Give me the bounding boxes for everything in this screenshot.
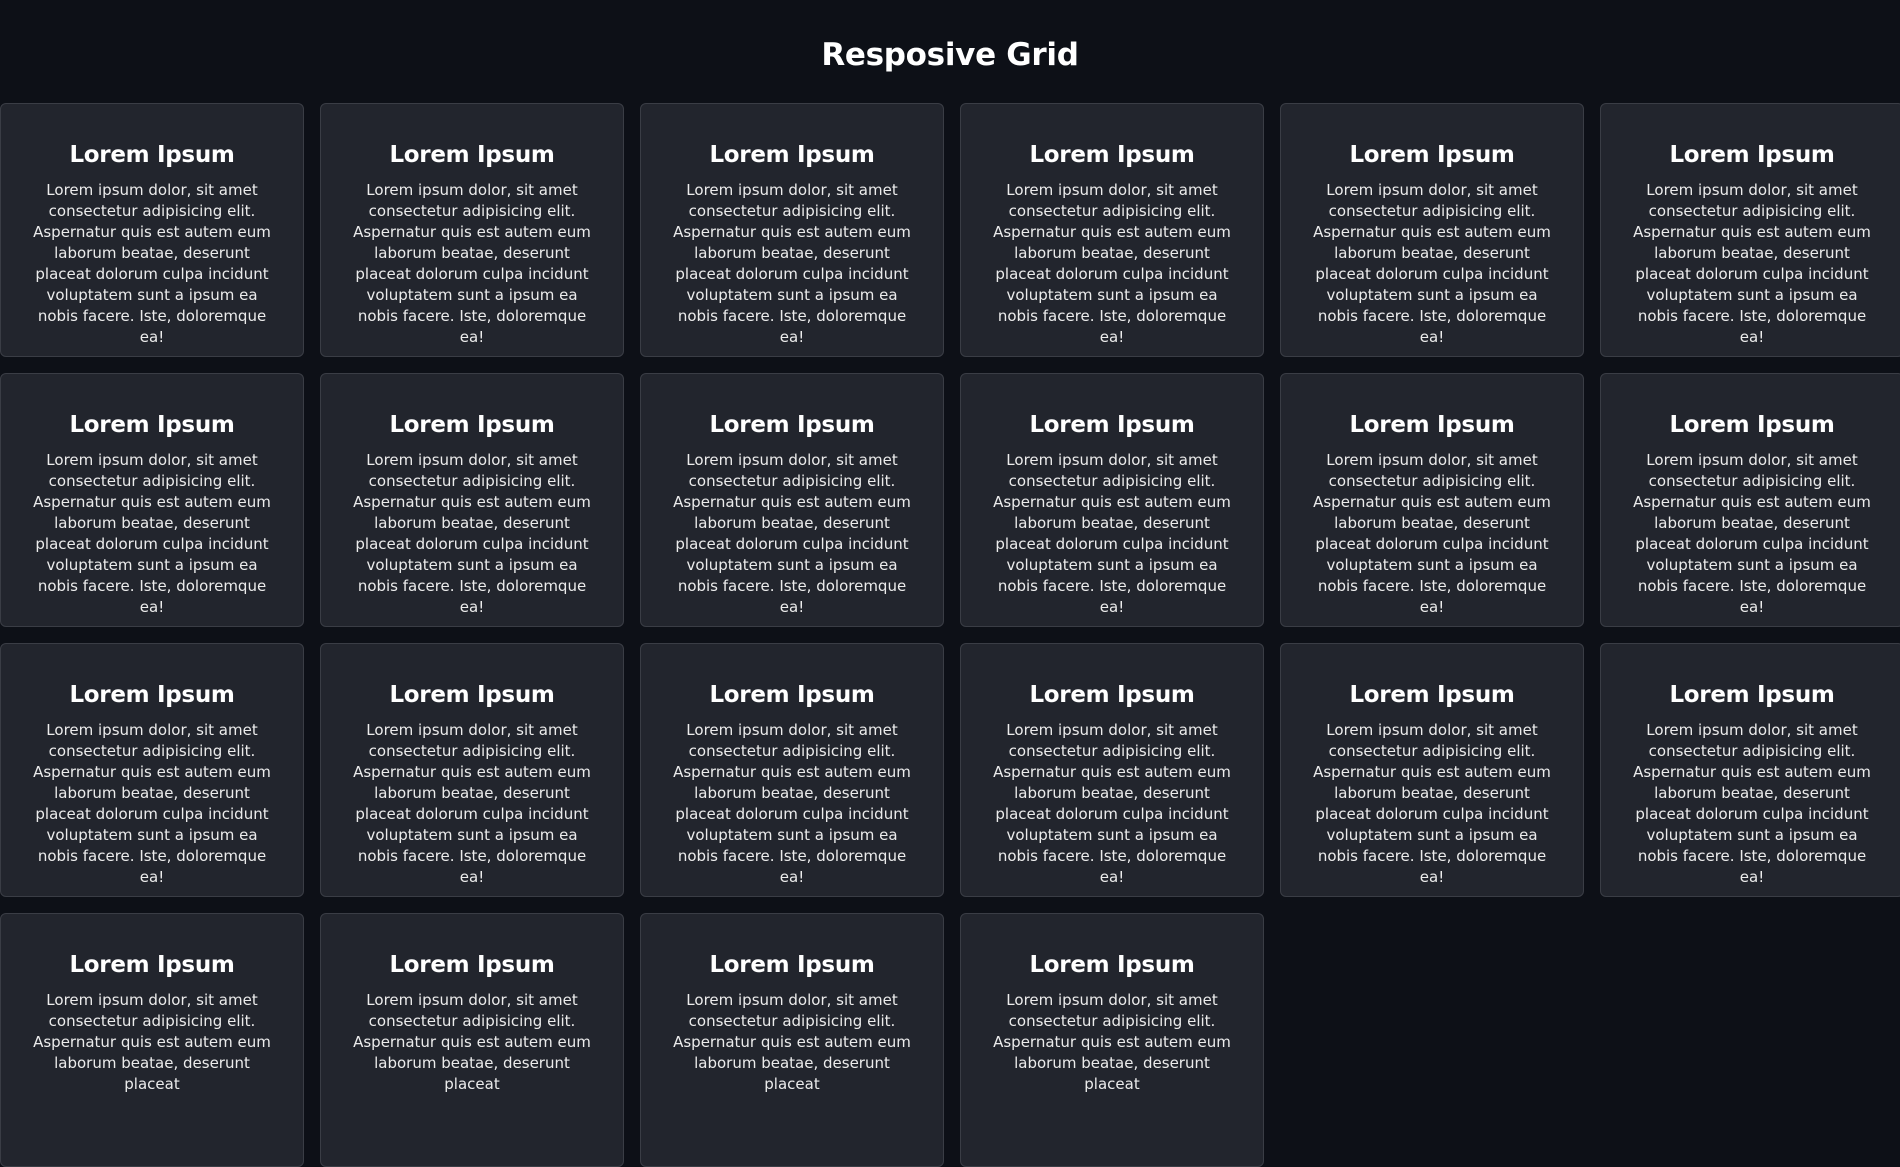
card-text: Lorem ipsum dolor, sit amet consectetur … [993,721,1231,886]
card-title: Lorem Ipsum [69,952,235,978]
card-title: Lorem Ipsum [709,682,875,708]
card-text: Lorem ipsum dolor, sit amet consectetur … [1633,451,1871,616]
card: Lorem Ipsum Lorem ipsum dolor, sit amet c… [960,643,1264,897]
card-text: Lorem ipsum dolor, sit amet consectetur … [33,181,271,346]
card: Lorem Ipsum Lorem ipsum dolor, sit amet c… [1280,643,1584,897]
card: Lorem Ipsum Lorem ipsum dolor, sit amet c… [0,913,304,1167]
card-title: Lorem Ipsum [1669,412,1835,438]
card-text: Lorem ipsum dolor, sit amet consectetur … [353,451,591,616]
card-text: Lorem ipsum dolor, sit amet consectetur … [993,451,1231,616]
card-text: Lorem ipsum dolor, sit amet consectetur … [1313,451,1551,616]
card: Lorem Ipsum Lorem ipsum dolor, sit amet c… [0,643,304,897]
card: Lorem Ipsum Lorem ipsum dolor, sit amet c… [960,103,1264,357]
card: Lorem Ipsum Lorem ipsum dolor, sit amet c… [960,373,1264,627]
card-text: Lorem ipsum dolor, sit amet consectetur … [1633,181,1871,346]
card: Lorem Ipsum Lorem ipsum dolor, sit amet c… [1600,643,1900,897]
card-title: Lorem Ipsum [69,142,235,168]
card-title: Lorem Ipsum [709,952,875,978]
card-text: Lorem ipsum dolor, sit amet consectetur … [1313,721,1551,886]
card-text: Lorem ipsum dolor, sit amet consectetur … [1633,721,1871,886]
card: Lorem Ipsum Lorem ipsum dolor, sit amet c… [1600,103,1900,357]
card-title: Lorem Ipsum [1029,952,1195,978]
card: Lorem Ipsum Lorem ipsum dolor, sit amet c… [640,643,944,897]
card-text: Lorem ipsum dolor, sit amet consectetur … [33,451,271,616]
card-text: Lorem ipsum dolor, sit amet consectetur … [673,451,911,616]
card-title: Lorem Ipsum [389,952,555,978]
card-text: Lorem ipsum dolor, sit amet consectetur … [993,991,1231,1093]
card-text: Lorem ipsum dolor, sit amet consectetur … [673,181,911,346]
card-title: Lorem Ipsum [1349,142,1515,168]
card-text: Lorem ipsum dolor, sit amet consectetur … [353,181,591,346]
card: Lorem Ipsum Lorem ipsum dolor, sit amet c… [0,103,304,357]
card: Lorem Ipsum Lorem ipsum dolor, sit amet c… [1280,103,1584,357]
card-text: Lorem ipsum dolor, sit amet consectetur … [673,721,911,886]
card: Lorem Ipsum Lorem ipsum dolor, sit amet c… [320,913,624,1167]
card-text: Lorem ipsum dolor, sit amet consectetur … [1313,181,1551,346]
card-title: Lorem Ipsum [709,142,875,168]
card-title: Lorem Ipsum [69,682,235,708]
card-title: Lorem Ipsum [389,142,555,168]
card-text: Lorem ipsum dolor, sit amet consectetur … [353,991,591,1093]
card-title: Lorem Ipsum [1029,412,1195,438]
card-title: Lorem Ipsum [69,412,235,438]
card-title: Lorem Ipsum [1029,142,1195,168]
card-text: Lorem ipsum dolor, sit amet consectetur … [33,991,271,1093]
card-text: Lorem ipsum dolor, sit amet consectetur … [673,991,911,1093]
card: Lorem Ipsum Lorem ipsum dolor, sit amet c… [1600,373,1900,627]
card: Lorem Ipsum Lorem ipsum dolor, sit amet c… [320,643,624,897]
card-text: Lorem ipsum dolor, sit amet consectetur … [33,721,271,886]
page-title: Resposive Grid [821,37,1079,73]
card: Lorem Ipsum Lorem ipsum dolor, sit amet c… [640,913,944,1167]
card-title: Lorem Ipsum [1349,412,1515,438]
card: Lorem Ipsum Lorem ipsum dolor, sit amet c… [640,373,944,627]
card: Lorem Ipsum Lorem ipsum dolor, sit amet c… [320,373,624,627]
card-title: Lorem Ipsum [1669,682,1835,708]
card-title: Lorem Ipsum [1349,682,1515,708]
card-title: Lorem Ipsum [1669,142,1835,168]
card-title: Lorem Ipsum [709,412,875,438]
card-text: Lorem ipsum dolor, sit amet consectetur … [353,721,591,886]
card: Lorem Ipsum Lorem ipsum dolor, sit amet c… [1280,373,1584,627]
card: Lorem Ipsum Lorem ipsum dolor, sit amet c… [0,373,304,627]
card: Lorem Ipsum Lorem ipsum dolor, sit amet c… [640,103,944,357]
card: Lorem Ipsum Lorem ipsum dolor, sit amet c… [960,913,1264,1167]
card-text: Lorem ipsum dolor, sit amet consectetur … [993,181,1231,346]
card-title: Lorem Ipsum [389,682,555,708]
card: Lorem Ipsum Lorem ipsum dolor, sit amet c… [320,103,624,357]
card-title: Lorem Ipsum [1029,682,1195,708]
card-grid: Lorem Ipsum Lorem ipsum dolor, sit amet c… [0,103,1900,1167]
card-title: Lorem Ipsum [389,412,555,438]
